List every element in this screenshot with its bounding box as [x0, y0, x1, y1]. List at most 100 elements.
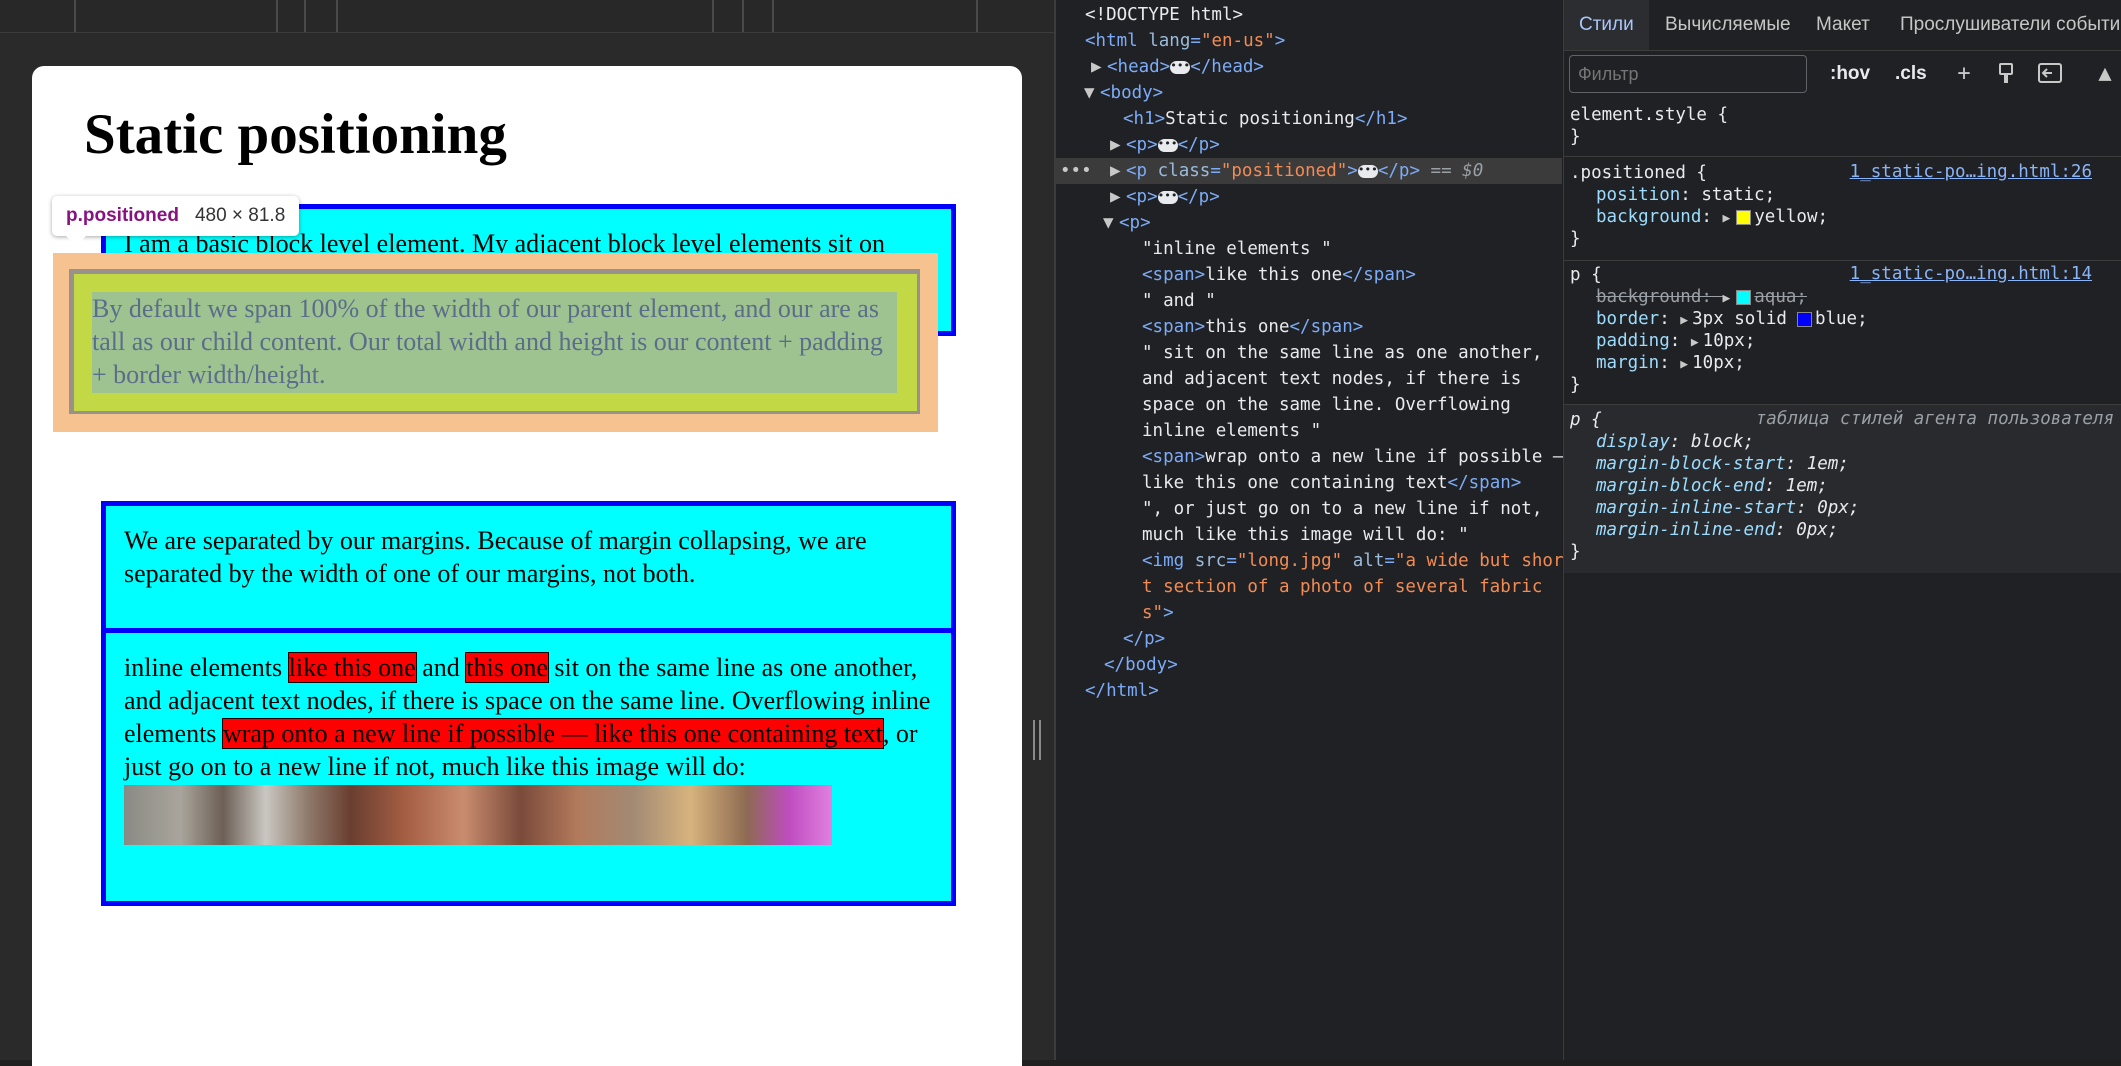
user-agent-label: таблица стилей агента пользователя — [1755, 409, 2114, 429]
filter-input[interactable] — [1569, 55, 1807, 93]
top-ruler — [0, 0, 1054, 33]
dom-h1[interactable]: <h1>Static positioning</h1> — [1123, 106, 1408, 132]
tag-text: <h1> — [1123, 109, 1166, 129]
new-rule-icon[interactable]: + — [1953, 63, 1975, 85]
expand-arrow-icon[interactable]: ▶ — [1722, 208, 1730, 230]
expand-arrow-icon[interactable]: ▶ — [1110, 158, 1126, 184]
prop-value: aqua; — [1754, 287, 1807, 307]
color-swatch[interactable] — [1736, 289, 1752, 305]
tag-text: <p> — [1126, 135, 1158, 155]
toggle-sidebar-icon[interactable] — [2038, 63, 2062, 85]
dom-span[interactable]: <span>like this one</span> — [1142, 262, 1416, 288]
more-icon[interactable]: ••• — [1060, 158, 1092, 184]
decl-background-overridden[interactable]: background: ▶ aqua; — [1596, 286, 1807, 308]
dom-body[interactable]: ▼ <body> — [1084, 80, 1163, 106]
attr-name: lang — [1148, 31, 1191, 51]
page-heading: Static positioning — [84, 103, 507, 166]
inline-span: like this one — [287, 652, 417, 683]
source-link[interactable]: 1_static-po…ing.html:26 — [1850, 162, 2092, 182]
ellipsis-icon[interactable]: ••• — [1170, 60, 1191, 74]
decl-border[interactable]: border: ▶ 3px solid blue; — [1596, 308, 1868, 330]
ellipsis-icon[interactable]: ••• — [1357, 164, 1378, 178]
tag-text: <html — [1085, 31, 1138, 51]
prop-value: 3px solid — [1692, 309, 1787, 329]
tooltip-selector: p.positioned — [66, 205, 179, 226]
dom-head[interactable]: ▶ <head>•••</head> — [1091, 54, 1264, 80]
attr-value: "positioned" — [1220, 161, 1348, 181]
dom-text-node[interactable]: "inline elements " — [1142, 236, 1332, 262]
tag-text: <span> — [1142, 447, 1206, 467]
dom-html[interactable]: <html lang="en-us"> — [1085, 28, 1285, 54]
tag-text: </span> — [1342, 265, 1416, 285]
tag-text: </html> — [1085, 681, 1159, 701]
color-swatch[interactable] — [1736, 209, 1752, 225]
decl-position[interactable]: position: static; — [1596, 184, 1775, 206]
expand-arrow-icon[interactable]: ▶ — [1680, 310, 1688, 332]
prop-name: display — [1596, 432, 1670, 452]
dom-text-node[interactable]: " and " — [1142, 288, 1216, 314]
decl-padding[interactable]: padding: ▶ 10px; — [1596, 330, 1755, 352]
dom-html-close[interactable]: </html> — [1085, 678, 1159, 704]
dom-p-positioned-selected[interactable]: ••• ▶ <p class="positioned">•••</p> == $0 — [1056, 158, 1562, 184]
prop-value: 10px; — [1702, 331, 1756, 351]
rule-p-user-agent[interactable]: p { таблица стилей агента пользователя d… — [1564, 405, 2121, 573]
tag-text: <img — [1142, 551, 1185, 571]
dom-text-node[interactable]: " sit on the same line as one another, — [1142, 340, 1542, 366]
source-link[interactable]: 1_static-po…ing.html:14 — [1850, 264, 2092, 284]
tab-event-listeners[interactable]: Прослушиватели событий — [1900, 0, 2121, 50]
tag-text: </head> — [1190, 57, 1264, 77]
rule-close: } — [1570, 375, 1581, 395]
node-text: like this one — [1205, 265, 1343, 285]
expand-arrow-icon[interactable]: ▶ — [1680, 354, 1688, 376]
tag-text: </p> — [1123, 629, 1166, 649]
dom-img[interactable]: <img src="long.jpg" alt="a wide but shor — [1142, 548, 1564, 574]
expand-arrow-icon[interactable]: ▶ — [1691, 332, 1699, 354]
paragraph-text: We are separated by our margins. Because… — [124, 526, 867, 588]
tag-text: <span> — [1142, 317, 1206, 337]
node-text: and adjacent text nodes, if there is — [1142, 369, 1522, 389]
prop-name: margin-block-start — [1596, 454, 1786, 474]
dom-img-cont: t section of a photo of several fabric — [1142, 574, 1542, 600]
node-text: wrap onto a new line if possible — — [1205, 447, 1564, 467]
tag-text: </body> — [1104, 655, 1178, 675]
expand-arrow-icon[interactable]: ▶ — [1110, 184, 1126, 210]
cls-button[interactable]: .cls — [1895, 57, 1927, 91]
expand-arrow-icon[interactable]: ▶ — [1722, 288, 1730, 310]
decl-background[interactable]: background: ▶ yellow; — [1596, 206, 1828, 228]
tab-computed[interactable]: Вычисляемые — [1665, 0, 1791, 50]
dom-p[interactable]: ▶ <p>•••</p> — [1110, 132, 1220, 158]
fabric-photo-image — [124, 785, 832, 845]
tab-layout[interactable]: Макет — [1816, 0, 1870, 50]
dom-p-expanded[interactable]: ▼ <p> — [1103, 210, 1151, 236]
attr-name: src — [1194, 551, 1227, 571]
prop-value: 10px; — [1692, 353, 1745, 373]
dom-p[interactable]: ▶ <p>•••</p> — [1110, 184, 1220, 210]
ellipsis-icon[interactable]: ••• — [1157, 190, 1178, 204]
collapse-arrow-icon[interactable]: ▼ — [1103, 210, 1119, 236]
dom-text-node[interactable]: ", or just go on to a new line if not, — [1142, 496, 1542, 522]
hov-button[interactable]: :hov — [1830, 57, 1870, 91]
node-text: much like this image will do: " — [1142, 525, 1469, 545]
expand-arrow-icon[interactable]: ▶ — [1110, 132, 1126, 158]
dom-body-close[interactable]: </body> — [1104, 652, 1178, 678]
tab-styles[interactable]: Стили — [1564, 0, 1649, 50]
prop-value: block; — [1690, 432, 1755, 452]
expand-icon[interactable]: ▲ — [2094, 63, 2116, 85]
styles-panel: Стили Вычисляемые Макет Прослушиватели с… — [1563, 0, 2121, 1060]
attr-value: "en-us" — [1200, 31, 1275, 51]
node-text: like this one containing text — [1142, 473, 1448, 493]
ellipsis-icon[interactable]: ••• — [1157, 138, 1178, 152]
dom-span[interactable]: <span>this one</span> — [1142, 314, 1363, 340]
decl-margin[interactable]: margin: ▶ 10px; — [1596, 352, 1745, 374]
paint-brush-icon[interactable] — [1995, 63, 2017, 85]
tag-text: <p> — [1119, 213, 1151, 233]
dom-doctype[interactable]: <!DOCTYPE html> — [1085, 2, 1243, 28]
collapse-arrow-icon[interactable]: ▼ — [1084, 80, 1100, 106]
rule-selector: p { — [1570, 410, 1602, 430]
color-swatch[interactable] — [1796, 311, 1812, 327]
prop-name: padding — [1596, 331, 1670, 351]
dom-p-close[interactable]: </p> — [1123, 626, 1165, 652]
dom-span[interactable]: <span>wrap onto a new line if possible — — [1142, 444, 1563, 470]
expand-arrow-icon[interactable]: ▶ — [1091, 54, 1107, 80]
resize-grip[interactable] — [1033, 720, 1041, 760]
